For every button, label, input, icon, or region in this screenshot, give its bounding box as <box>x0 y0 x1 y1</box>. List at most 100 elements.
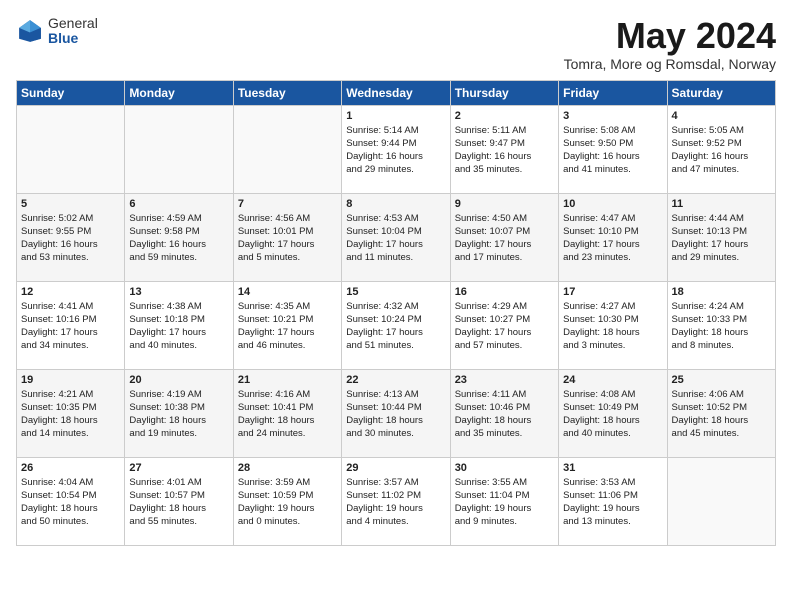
logo-text: General Blue <box>48 16 98 47</box>
table-row: 29 Sunrise: 3:57 AM Sunset: 11:02 PM Dayl… <box>342 457 450 545</box>
header-tuesday: Tuesday <box>233 80 341 105</box>
day-number: 29 <box>346 462 445 474</box>
day-info: Sunrise: 4:16 AM Sunset: 10:41 PM Daylig… <box>238 388 337 441</box>
day-number: 9 <box>455 198 554 210</box>
day-info: Sunrise: 4:06 AM Sunset: 10:52 PM Daylig… <box>672 388 771 441</box>
day-info: Sunrise: 4:11 AM Sunset: 10:46 PM Daylig… <box>455 388 554 441</box>
logo: General Blue <box>16 16 98 47</box>
day-number: 25 <box>672 374 771 386</box>
day-number: 28 <box>238 462 337 474</box>
table-row: 26Sunrise: 4:04 AM Sunset: 10:54 PM Dayl… <box>17 457 125 545</box>
day-info: Sunrise: 4:56 AM Sunset: 10:01 PM Daylig… <box>238 212 337 265</box>
day-number: 27 <box>129 462 228 474</box>
table-row: 4 Sunrise: 5:05 AM Sunset: 9:52 PM Daylig… <box>667 105 775 193</box>
table-row: 20 Sunrise: 4:19 AM Sunset: 10:38 PM Dayl… <box>125 369 233 457</box>
calendar-header: Sunday Monday Tuesday Wednesday Thursday… <box>17 80 776 105</box>
day-number: 6 <box>129 198 228 210</box>
day-info: Sunrise: 4:21 AM Sunset: 10:35 PM Daylig… <box>21 388 120 441</box>
calendar-week-row: 5Sunrise: 5:02 AM Sunset: 9:55 PM Daylig… <box>17 193 776 281</box>
header-saturday: Saturday <box>667 80 775 105</box>
day-info: Sunrise: 4:24 AM Sunset: 10:33 PM Daylig… <box>672 300 771 353</box>
table-row: 21Sunrise: 4:16 AM Sunset: 10:41 PM Dayl… <box>233 369 341 457</box>
calendar-week-row: 19Sunrise: 4:21 AM Sunset: 10:35 PM Dayl… <box>17 369 776 457</box>
day-info: Sunrise: 5:11 AM Sunset: 9:47 PM Dayligh… <box>455 124 554 177</box>
logo-general-text: General <box>48 16 98 31</box>
day-number: 7 <box>238 198 337 210</box>
day-info: Sunrise: 4:53 AM Sunset: 10:04 PM Daylig… <box>346 212 445 265</box>
calendar-week-row: 26Sunrise: 4:04 AM Sunset: 10:54 PM Dayl… <box>17 457 776 545</box>
header-row: Sunday Monday Tuesday Wednesday Thursday… <box>17 80 776 105</box>
table-row: 3Sunrise: 5:08 AM Sunset: 9:50 PM Daylig… <box>559 105 667 193</box>
day-info: Sunrise: 4:41 AM Sunset: 10:16 PM Daylig… <box>21 300 120 353</box>
header-monday: Monday <box>125 80 233 105</box>
table-row: 25 Sunrise: 4:06 AM Sunset: 10:52 PM Dayl… <box>667 369 775 457</box>
calendar-table: Sunday Monday Tuesday Wednesday Thursday… <box>16 80 776 546</box>
day-info: Sunrise: 5:08 AM Sunset: 9:50 PM Dayligh… <box>563 124 662 177</box>
header-friday: Friday <box>559 80 667 105</box>
calendar-week-row: 1 Sunrise: 5:14 AM Sunset: 9:44 PM Daylig… <box>17 105 776 193</box>
day-number: 20 <box>129 374 228 386</box>
day-info: Sunrise: 3:53 AM Sunset: 11:06 PM Daylig… <box>563 476 662 529</box>
page-header: General Blue May 2024 Tomra, More og Rom… <box>16 16 776 72</box>
day-number: 14 <box>238 286 337 298</box>
table-row: 1 Sunrise: 5:14 AM Sunset: 9:44 PM Daylig… <box>342 105 450 193</box>
calendar-body: 1 Sunrise: 5:14 AM Sunset: 9:44 PM Daylig… <box>17 105 776 545</box>
logo-blue-text: Blue <box>48 31 98 46</box>
day-info: Sunrise: 4:13 AM Sunset: 10:44 PM Daylig… <box>346 388 445 441</box>
table-row: 5Sunrise: 5:02 AM Sunset: 9:55 PM Daylig… <box>17 193 125 281</box>
header-wednesday: Wednesday <box>342 80 450 105</box>
day-info: Sunrise: 5:14 AM Sunset: 9:44 PM Dayligh… <box>346 124 445 177</box>
table-row: 12 Sunrise: 4:41 AM Sunset: 10:16 PM Dayl… <box>17 281 125 369</box>
table-row: 17 Sunrise: 4:27 AM Sunset: 10:30 PM Dayl… <box>559 281 667 369</box>
table-row <box>233 105 341 193</box>
day-info: Sunrise: 4:32 AM Sunset: 10:24 PM Daylig… <box>346 300 445 353</box>
table-row: 22 Sunrise: 4:13 AM Sunset: 10:44 PM Dayl… <box>342 369 450 457</box>
day-number: 8 <box>346 198 445 210</box>
table-row: 14 Sunrise: 4:35 AM Sunset: 10:21 PM Dayl… <box>233 281 341 369</box>
table-row: 8 Sunrise: 4:53 AM Sunset: 10:04 PM Dayli… <box>342 193 450 281</box>
table-row: 7 Sunrise: 4:56 AM Sunset: 10:01 PM Dayli… <box>233 193 341 281</box>
table-row <box>17 105 125 193</box>
day-info: Sunrise: 3:57 AM Sunset: 11:02 PM Daylig… <box>346 476 445 529</box>
day-info: Sunrise: 4:29 AM Sunset: 10:27 PM Daylig… <box>455 300 554 353</box>
table-row: 30Sunrise: 3:55 AM Sunset: 11:04 PM Dayl… <box>450 457 558 545</box>
table-row: 6Sunrise: 4:59 AM Sunset: 9:58 PM Daylig… <box>125 193 233 281</box>
day-info: Sunrise: 4:19 AM Sunset: 10:38 PM Daylig… <box>129 388 228 441</box>
day-number: 2 <box>455 110 554 122</box>
day-number: 26 <box>21 462 120 474</box>
day-number: 31 <box>563 462 662 474</box>
day-info: Sunrise: 4:44 AM Sunset: 10:13 PM Daylig… <box>672 212 771 265</box>
day-info: Sunrise: 4:38 AM Sunset: 10:18 PM Daylig… <box>129 300 228 353</box>
day-number: 12 <box>21 286 120 298</box>
day-number: 5 <box>21 198 120 210</box>
day-number: 11 <box>672 198 771 210</box>
day-number: 17 <box>563 286 662 298</box>
day-info: Sunrise: 4:08 AM Sunset: 10:49 PM Daylig… <box>563 388 662 441</box>
day-number: 30 <box>455 462 554 474</box>
table-row: 16 Sunrise: 4:29 AM Sunset: 10:27 PM Dayl… <box>450 281 558 369</box>
table-row: 13 Sunrise: 4:38 AM Sunset: 10:18 PM Dayl… <box>125 281 233 369</box>
day-info: Sunrise: 4:35 AM Sunset: 10:21 PM Daylig… <box>238 300 337 353</box>
header-thursday: Thursday <box>450 80 558 105</box>
day-number: 18 <box>672 286 771 298</box>
table-row: 18 Sunrise: 4:24 AM Sunset: 10:33 PM Dayl… <box>667 281 775 369</box>
day-info: Sunrise: 5:05 AM Sunset: 9:52 PM Dayligh… <box>672 124 771 177</box>
day-info: Sunrise: 4:47 AM Sunset: 10:10 PM Daylig… <box>563 212 662 265</box>
day-number: 16 <box>455 286 554 298</box>
day-number: 10 <box>563 198 662 210</box>
day-number: 1 <box>346 110 445 122</box>
day-number: 13 <box>129 286 228 298</box>
day-number: 23 <box>455 374 554 386</box>
day-number: 4 <box>672 110 771 122</box>
day-info: Sunrise: 4:27 AM Sunset: 10:30 PM Daylig… <box>563 300 662 353</box>
table-row <box>667 457 775 545</box>
day-number: 24 <box>563 374 662 386</box>
table-row: 2 Sunrise: 5:11 AM Sunset: 9:47 PM Daylig… <box>450 105 558 193</box>
table-row: 15 Sunrise: 4:32 AM Sunset: 10:24 PM Dayl… <box>342 281 450 369</box>
table-row: 11 Sunrise: 4:44 AM Sunset: 10:13 PM Dayl… <box>667 193 775 281</box>
table-row: 28Sunrise: 3:59 AM Sunset: 10:59 PM Dayl… <box>233 457 341 545</box>
table-row <box>125 105 233 193</box>
day-number: 15 <box>346 286 445 298</box>
day-number: 22 <box>346 374 445 386</box>
day-info: Sunrise: 4:50 AM Sunset: 10:07 PM Daylig… <box>455 212 554 265</box>
